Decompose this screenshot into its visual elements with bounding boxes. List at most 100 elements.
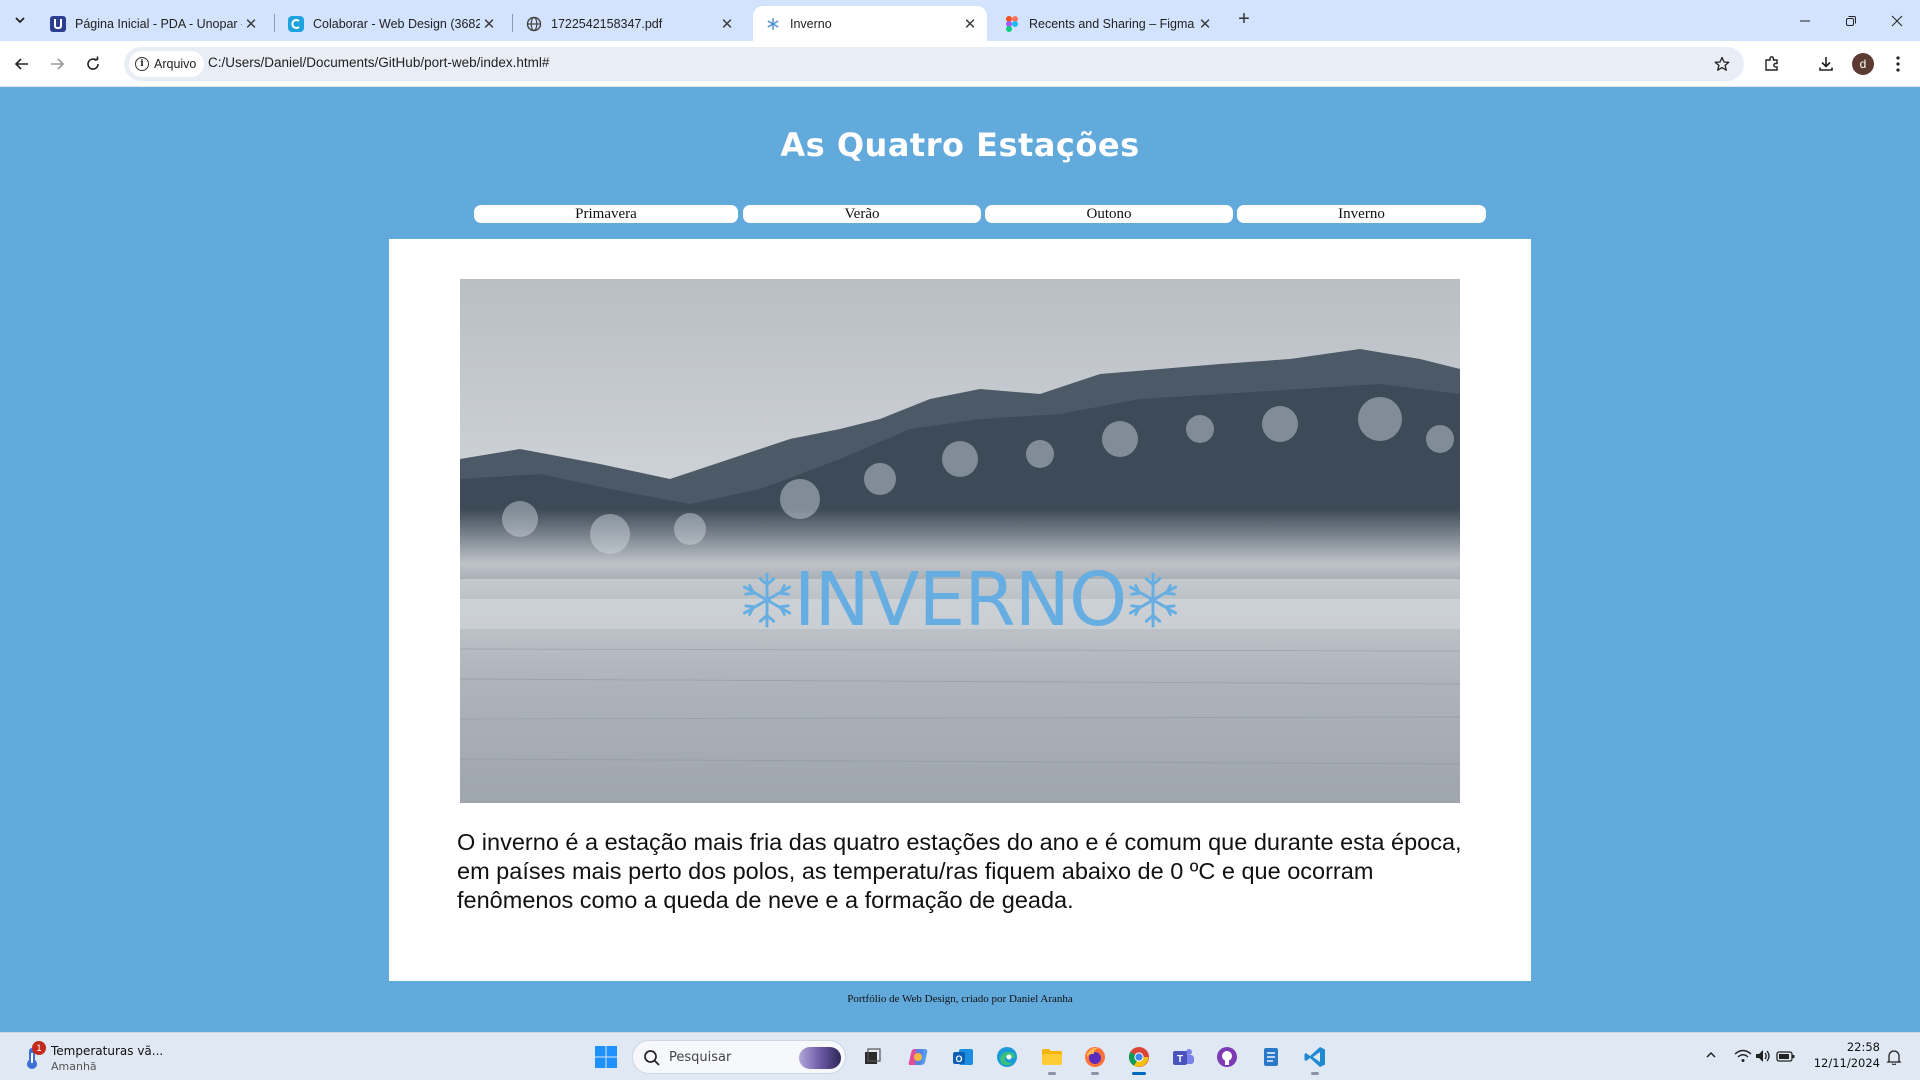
- tab-unopar[interactable]: Página Inicial - PDA - Unopar - ✕: [38, 6, 268, 41]
- tab-colaborar[interactable]: Colaborar - Web Design (3682 ✕: [276, 6, 506, 41]
- content-card: INVERNO O inverno é a estação mais fria …: [389, 239, 1531, 981]
- show-hidden-icons-button[interactable]: [1704, 1048, 1718, 1067]
- github-desktop-icon: [1217, 1047, 1237, 1067]
- arrow-right-icon: [51, 58, 65, 70]
- close-icon[interactable]: ✕: [1196, 15, 1214, 33]
- svg-text:O: O: [955, 1054, 962, 1064]
- season-description: O inverno é a estação mais fria das quat…: [457, 829, 1462, 913]
- notepad-icon: [1264, 1048, 1278, 1066]
- search-placeholder: Pesquisar: [669, 1050, 732, 1065]
- nav-link-primavera[interactable]: Primavera: [474, 205, 738, 223]
- taskbar-vscode[interactable]: [1300, 1042, 1330, 1075]
- running-indicator: [1132, 1072, 1146, 1075]
- svg-text:T: T: [1177, 1054, 1183, 1065]
- nav-link-verao[interactable]: Verão: [743, 205, 981, 223]
- arrow-left-icon: [14, 58, 28, 70]
- taskbar-clock[interactable]: 22:58 12/11/2024: [1800, 1039, 1880, 1071]
- taskbar-copilot[interactable]: [903, 1042, 933, 1072]
- running-indicator: [1311, 1072, 1319, 1075]
- tab-figma[interactable]: Recents and Sharing – Figma ✕: [992, 6, 1222, 41]
- tab-pdf[interactable]: 1722542158347.pdf ✕: [514, 6, 744, 41]
- avatar-letter: d: [1859, 57, 1867, 71]
- tab-title: Recents and Sharing – Figma: [1029, 16, 1195, 31]
- snowflake-icon: [765, 16, 781, 32]
- nav-link-inverno[interactable]: Inverno: [1237, 205, 1486, 223]
- notification-badge: 1: [32, 1041, 46, 1055]
- taskbar-file-explorer[interactable]: [1037, 1042, 1067, 1075]
- quick-settings-button[interactable]: [1734, 1047, 1795, 1065]
- clock-time: 22:58: [1846, 1040, 1880, 1054]
- download-icon: [1819, 57, 1833, 71]
- running-indicator: [1048, 1072, 1056, 1075]
- tab-title: Colaborar - Web Design (3682: [313, 16, 480, 31]
- downloads-button[interactable]: [1814, 52, 1838, 76]
- taskbar-teams[interactable]: T: [1168, 1042, 1198, 1072]
- vscode-icon: [1304, 1047, 1325, 1067]
- snowflake-icon: [742, 572, 791, 628]
- firefox-icon: [1085, 1047, 1105, 1067]
- page-footer: Portfólio de Web Design, criado por Dani…: [847, 993, 1073, 1005]
- site-info-chip[interactable]: i Arquivo: [129, 51, 205, 77]
- running-indicator: [1091, 1072, 1099, 1075]
- bookmark-button[interactable]: [1712, 54, 1732, 74]
- more-vert-icon: [1896, 56, 1900, 72]
- notifications-button[interactable]: [1886, 1049, 1902, 1070]
- copilot-icon: [908, 1049, 928, 1065]
- outlook-icon: O: [953, 1049, 973, 1065]
- tab-title: Página Inicial - PDA - Unopar -: [75, 16, 242, 31]
- globe-icon: [526, 16, 542, 32]
- new-tab-button[interactable]: +: [1233, 9, 1255, 31]
- taskbar-task-view[interactable]: [857, 1042, 887, 1072]
- menu-button[interactable]: [1886, 52, 1910, 76]
- back-button[interactable]: [10, 52, 34, 76]
- chevron-up-icon: [1706, 1051, 1716, 1058]
- tab-search-button[interactable]: [9, 9, 31, 31]
- close-icon: [1891, 15, 1903, 26]
- extensions-button[interactable]: [1760, 52, 1784, 76]
- folder-icon: [1042, 1049, 1062, 1065]
- tab-inverno[interactable]: Inverno ✕: [753, 6, 987, 41]
- taskbar-notepad[interactable]: [1256, 1042, 1286, 1072]
- profile-avatar[interactable]: d: [1852, 53, 1874, 75]
- restore-button[interactable]: [1828, 0, 1874, 41]
- site-chip-label: Arquivo: [154, 57, 197, 71]
- clock-date: 12/11/2024: [1813, 1056, 1880, 1070]
- taskbar-search[interactable]: Pesquisar: [632, 1040, 846, 1074]
- start-button[interactable]: [594, 1045, 618, 1069]
- reload-button[interactable]: [81, 52, 105, 76]
- teams-icon: T: [1173, 1049, 1194, 1065]
- nav-link-outono[interactable]: Outono: [985, 205, 1233, 223]
- close-icon[interactable]: ✕: [718, 15, 736, 33]
- colaborar-icon: [288, 15, 304, 32]
- tab-separator: [274, 14, 275, 32]
- tab-separator: [512, 14, 513, 32]
- plus-icon: +: [1238, 8, 1250, 30]
- browser-tab-strip: Página Inicial - PDA - Unopar - ✕ Colabo…: [0, 0, 1920, 41]
- taskbar-github-desktop[interactable]: [1212, 1042, 1242, 1072]
- unopar-icon: [50, 15, 66, 32]
- bell-icon: [1886, 1050, 1902, 1066]
- forward-button[interactable]: [45, 52, 69, 76]
- page-title: As Quatro Estações: [780, 126, 1140, 164]
- address-bar[interactable]: i Arquivo C:/Users/Daniel/Documents/GitH…: [124, 47, 1744, 81]
- taskbar-edge[interactable]: [992, 1042, 1022, 1072]
- search-icon: [644, 1050, 660, 1066]
- close-icon[interactable]: ✕: [961, 15, 979, 33]
- minimize-button[interactable]: [1782, 0, 1828, 41]
- volume-icon: [1756, 1050, 1770, 1062]
- taskbar-outlook[interactable]: O: [948, 1042, 978, 1072]
- chevron-down-icon: [15, 17, 25, 24]
- snowflake-icon: [1129, 572, 1178, 628]
- hero-image: INVERNO: [460, 279, 1460, 803]
- weather-title: Temperaturas vã...: [51, 1044, 164, 1058]
- close-icon[interactable]: ✕: [242, 15, 260, 33]
- weather-widget[interactable]: 1 Temperaturas vã... Amanhã: [20, 1041, 180, 1075]
- close-icon[interactable]: ✕: [480, 15, 498, 33]
- close-window-button[interactable]: [1874, 0, 1920, 41]
- reload-icon: [87, 56, 99, 70]
- minimize-icon: [1800, 20, 1810, 21]
- star-icon: [1714, 56, 1730, 71]
- url-text[interactable]: C:/Users/Daniel/Documents/GitHub/port-we…: [208, 55, 549, 70]
- taskbar-firefox[interactable]: [1080, 1042, 1110, 1075]
- taskbar-chrome[interactable]: [1124, 1042, 1154, 1075]
